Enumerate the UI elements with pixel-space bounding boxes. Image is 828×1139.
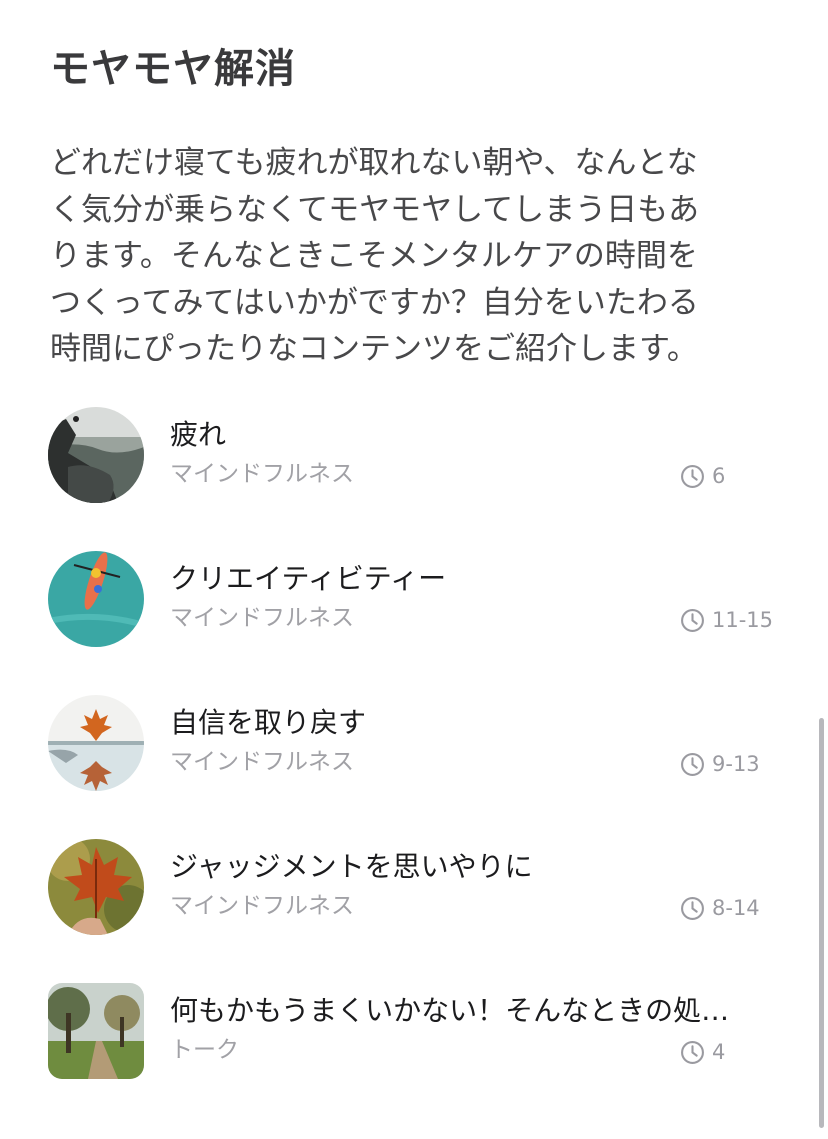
item-duration: 11-15 <box>680 607 773 633</box>
description-line: く気分が乗らなくてモヤモヤしてしまう日もあ <box>50 191 700 228</box>
duration-value: 9-13 <box>712 752 760 776</box>
item-category: マインドフルネス <box>170 605 354 631</box>
description-line: ります。そんなときこそメンタルケアの時間を <box>50 238 698 274</box>
duration-value: 6 <box>712 464 726 488</box>
description-line: つくってみてはいかがですか？自分をいたわる <box>50 284 699 321</box>
list-item-creativity[interactable]: クリエイティビティー マインドフルネス 11-15 <box>0 551 800 661</box>
kayak-thumbnail <box>48 551 144 647</box>
duration-value: 11-15 <box>712 608 774 632</box>
list-item-nothing-goes-right[interactable]: 何もかもうまくいかない！そんなときの処… トーク 4 <box>0 983 800 1093</box>
tree-lined-path-thumbnail <box>48 983 144 1079</box>
description-line: どれだけ寝ても疲れが取れない朝や、なんとな <box>50 145 698 181</box>
item-duration: 4 <box>680 1039 725 1065</box>
maple-leaf-reflection-thumbnail <box>48 695 144 791</box>
item-duration: 8-14 <box>680 895 760 921</box>
item-title: クリエイティビティー <box>170 562 447 595</box>
clock-icon <box>680 896 705 921</box>
item-title: 自信を取り戻す <box>170 706 367 739</box>
mountain-cliff-thumbnail <box>48 407 144 503</box>
clock-icon <box>680 608 705 633</box>
item-title: 何もかもうまくいかない！そんなときの処… <box>170 994 730 1027</box>
list-item-fatigue[interactable]: 疲れ マインドフルネス 6 <box>0 407 800 517</box>
section-description: どれだけ寝ても疲れが取れない朝や、なんとな く気分が乗らなくてモヤモヤしてしまう… <box>50 140 770 373</box>
duration-value: 4 <box>712 1040 726 1064</box>
item-duration: 6 <box>680 463 725 489</box>
description-line: 時間にぴったりなコンテンツをご紹介します。 <box>50 331 698 367</box>
list-item-judgment-to-compassion[interactable]: ジャッジメントを思いやりに マインドフルネス 8-14 <box>0 839 800 949</box>
duration-value: 8-14 <box>712 896 760 920</box>
clock-icon <box>680 1040 705 1065</box>
clock-icon <box>680 464 705 489</box>
item-category: マインドフルネス <box>170 749 354 775</box>
item-category: トーク <box>170 1037 239 1063</box>
item-category: マインドフルネス <box>170 461 354 487</box>
section-title: モヤモヤ解消 <box>50 46 296 92</box>
clock-icon <box>680 752 705 777</box>
item-category: マインドフルネス <box>170 893 354 919</box>
item-duration: 9-13 <box>680 751 760 777</box>
list-item-regain-confidence[interactable]: 自信を取り戻す マインドフルネス 9-13 <box>0 695 800 805</box>
autumn-leaf-thumbnail <box>48 839 144 935</box>
vertical-scrollbar[interactable] <box>819 718 824 1128</box>
item-title: ジャッジメントを思いやりに <box>170 850 533 883</box>
item-title: 疲れ <box>170 418 227 451</box>
